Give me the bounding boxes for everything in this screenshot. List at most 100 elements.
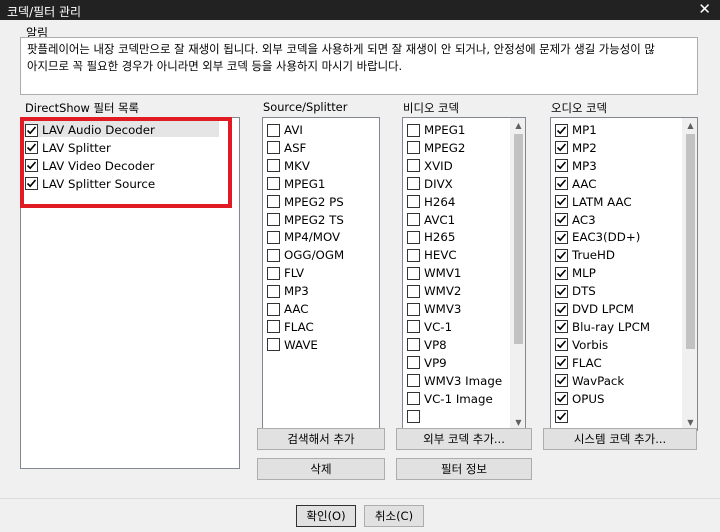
list-item[interactable]: WMV3 Image — [407, 372, 502, 390]
checkbox[interactable] — [555, 302, 568, 316]
list-item[interactable]: H265 — [407, 228, 455, 246]
list-item[interactable]: TrueHD — [555, 246, 615, 264]
list-item[interactable]: MPEG1 — [267, 175, 325, 193]
list-item[interactable]: DVD LPCM — [555, 300, 634, 318]
checkbox[interactable] — [555, 141, 568, 155]
list-item[interactable]: HEVC — [407, 246, 457, 264]
list-item[interactable]: H264 — [407, 193, 455, 211]
checkbox[interactable] — [407, 213, 420, 226]
scroll-thumb[interactable] — [514, 134, 523, 344]
checkbox[interactable] — [555, 213, 568, 226]
checkbox[interactable] — [407, 409, 420, 423]
list-item[interactable]: MKV — [267, 157, 310, 175]
audio-codec-list[interactable]: ▲ ▼ MP1 MP2 MP3 AAC LATM AAC AC3 EAC3(DD+) True… — [550, 117, 698, 431]
checkbox[interactable] — [555, 266, 568, 280]
list-item[interactable]: FLV — [267, 264, 304, 282]
checkbox[interactable] — [555, 392, 568, 405]
list-item[interactable]: MPEG2 TS — [267, 211, 344, 229]
list-item[interactable]: MP2 — [555, 139, 597, 157]
list-item[interactable]: VC-1 — [407, 318, 452, 336]
checkbox[interactable] — [407, 248, 420, 262]
list-item[interactable]: AAC — [555, 175, 597, 193]
list-item[interactable]: WAVE — [267, 336, 318, 354]
checkbox[interactable] — [267, 177, 280, 191]
list-item[interactable]: MP4/MOV — [267, 228, 340, 246]
external-codec-add-button[interactable]: 외부 코덱 추가... — [396, 428, 532, 450]
close-icon[interactable]: ✕ — [698, 1, 711, 17]
list-item[interactable]: AVC1 — [407, 211, 455, 229]
checkbox[interactable] — [407, 284, 420, 298]
checkbox[interactable] — [407, 392, 420, 405]
list-item[interactable] — [555, 407, 572, 425]
checkbox[interactable] — [267, 159, 280, 173]
list-item[interactable]: OGG/OGM — [267, 246, 344, 264]
list-item[interactable]: OPUS — [555, 390, 605, 408]
list-item[interactable]: WMV3 — [407, 300, 461, 318]
checkbox[interactable] — [555, 230, 568, 244]
checkbox[interactable] — [267, 284, 280, 298]
list-item[interactable]: DIVX — [407, 175, 453, 193]
checkbox[interactable] — [555, 195, 568, 209]
list-item[interactable]: VC-1 Image — [407, 390, 493, 408]
audio-scrollbar[interactable]: ▲ ▼ — [682, 118, 697, 430]
delete-button[interactable]: 삭제 — [257, 458, 385, 480]
checkbox[interactable] — [407, 195, 420, 209]
list-item[interactable]: MPEG1 — [407, 121, 465, 139]
cancel-button[interactable]: 취소(C) — [364, 505, 424, 527]
list-item[interactable]: AAC — [267, 300, 309, 318]
checkbox[interactable] — [555, 374, 568, 388]
list-item[interactable]: MP3 — [267, 282, 309, 300]
checkbox[interactable] — [267, 266, 280, 280]
checkbox[interactable] — [555, 123, 568, 137]
checkbox[interactable] — [555, 338, 568, 352]
list-item[interactable]: WavPack — [555, 372, 624, 390]
checkbox[interactable] — [555, 356, 568, 370]
list-item[interactable]: AC3 — [555, 211, 596, 229]
video-scrollbar[interactable]: ▲ ▼ — [510, 118, 525, 430]
checkbox[interactable] — [407, 266, 420, 280]
checkbox[interactable] — [555, 320, 568, 334]
checkbox[interactable] — [555, 177, 568, 191]
list-item[interactable]: Vorbis — [555, 336, 608, 354]
checkbox[interactable] — [267, 320, 280, 334]
checkbox[interactable] — [407, 177, 420, 191]
list-item[interactable]: MPEG2 PS — [267, 193, 344, 211]
list-item[interactable]: WMV1 — [407, 264, 461, 282]
checkbox[interactable] — [407, 338, 420, 352]
list-item[interactable]: XVID — [407, 157, 453, 175]
list-item[interactable]: FLAC — [267, 318, 314, 336]
scroll-up-icon[interactable]: ▲ — [683, 118, 697, 133]
checkbox[interactable] — [267, 230, 280, 244]
checkbox[interactable] — [555, 159, 568, 173]
checkbox[interactable] — [407, 302, 420, 316]
list-item[interactable]: MLP — [555, 264, 596, 282]
system-codec-add-button[interactable]: 시스템 코덱 추가... — [543, 428, 697, 450]
scroll-up-icon[interactable]: ▲ — [511, 118, 525, 133]
checkbox[interactable] — [555, 409, 568, 423]
scroll-thumb[interactable] — [686, 134, 695, 349]
list-item[interactable] — [407, 407, 424, 425]
list-item[interactable]: LATM AAC — [555, 193, 632, 211]
checkbox[interactable] — [267, 248, 280, 262]
list-item[interactable]: EAC3(DD+) — [555, 228, 640, 246]
checkbox[interactable] — [407, 141, 420, 155]
checkbox[interactable] — [407, 356, 420, 370]
ok-button[interactable]: 확인(O) — [296, 505, 356, 527]
checkbox[interactable] — [267, 213, 280, 226]
checkbox[interactable] — [555, 284, 568, 298]
list-item[interactable]: VP8 — [407, 336, 447, 354]
list-item[interactable]: MP3 — [555, 157, 597, 175]
filter-info-button[interactable]: 필터 정보 — [396, 458, 532, 480]
source-splitter-list[interactable]: AVI ASF MKV MPEG1 MPEG2 PS MPEG2 TS MP4/MOV OGG… — [262, 117, 380, 431]
video-codec-list[interactable]: ▲ ▼ MPEG1 MPEG2 XVID DIVX H264 AVC1 H265 HEVC WM… — [402, 117, 526, 431]
checkbox[interactable] — [407, 230, 420, 244]
checkbox[interactable] — [407, 123, 420, 137]
checkbox[interactable] — [267, 123, 280, 137]
search-add-button[interactable]: 검색해서 추가 — [257, 428, 385, 450]
list-item[interactable]: MPEG2 — [407, 139, 465, 157]
list-item[interactable]: VP9 — [407, 354, 447, 372]
checkbox[interactable] — [407, 374, 420, 388]
list-item[interactable]: Blu-ray LPCM — [555, 318, 650, 336]
checkbox[interactable] — [267, 302, 280, 316]
list-item[interactable]: FLAC — [555, 354, 602, 372]
